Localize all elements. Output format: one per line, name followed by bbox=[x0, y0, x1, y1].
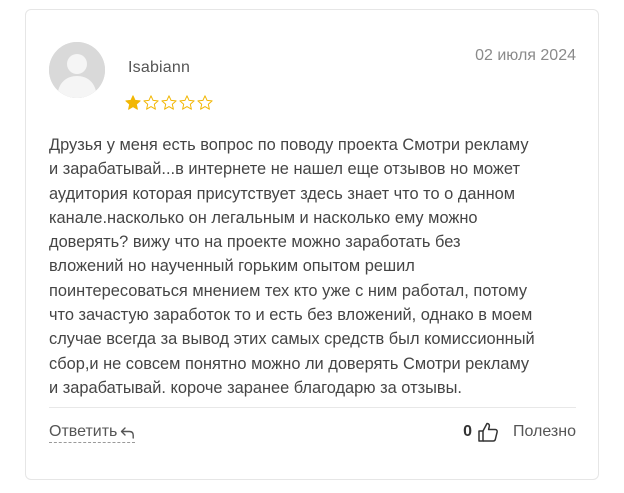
thumbs-up-icon[interactable] bbox=[477, 421, 499, 443]
avatar bbox=[49, 42, 105, 98]
review-card: Isabiann 02 июля 2024 Друзья у меня есть… bbox=[25, 9, 599, 480]
star-rating bbox=[125, 95, 213, 111]
star-icon bbox=[161, 95, 177, 110]
review-date: 02 июля 2024 bbox=[475, 47, 576, 64]
divider bbox=[49, 407, 576, 408]
user-avatar-icon bbox=[49, 42, 105, 98]
helpful-count: 0 bbox=[463, 423, 472, 440]
review-text: Друзья у меня есть вопрос по поводу прое… bbox=[49, 136, 535, 397]
reply-arrow-icon bbox=[121, 426, 135, 439]
helpful-label: Полезно bbox=[513, 423, 576, 440]
reply-label: Ответить bbox=[49, 423, 118, 440]
reply-button[interactable]: Ответить bbox=[49, 423, 136, 443]
helpful-section: 0 Полезно bbox=[463, 421, 576, 443]
star-icon bbox=[125, 95, 141, 110]
star-icon bbox=[179, 95, 195, 110]
review-author: Isabiann bbox=[128, 59, 191, 76]
star-icon bbox=[143, 95, 159, 110]
star-icon bbox=[197, 95, 213, 110]
